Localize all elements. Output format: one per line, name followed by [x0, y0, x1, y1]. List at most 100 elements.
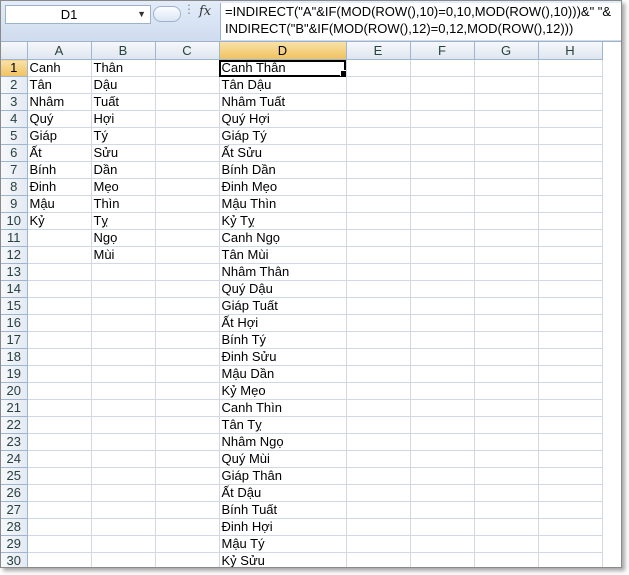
cell-a21[interactable] [27, 399, 92, 417]
cell-e28[interactable] [346, 518, 411, 536]
cell-b2[interactable]: Dậu [91, 76, 156, 94]
cell-d6[interactable]: Ất Sửu [219, 144, 347, 162]
cell-e20[interactable] [346, 382, 411, 400]
cell-e27[interactable] [346, 501, 411, 519]
cell-d2[interactable]: Tân Dậu [219, 76, 347, 94]
cell-h4[interactable] [538, 110, 603, 128]
row-header[interactable]: 7 [1, 161, 28, 179]
cell-e18[interactable] [346, 348, 411, 366]
cell-a1[interactable]: Canh [27, 59, 92, 77]
cell-c13[interactable] [155, 263, 220, 281]
row-header[interactable]: 20 [1, 382, 28, 400]
cell-e22[interactable] [346, 416, 411, 434]
cell-b12[interactable]: Mùi [91, 246, 156, 264]
cell-c7[interactable] [155, 161, 220, 179]
cell-f11[interactable] [410, 229, 475, 247]
cell-d26[interactable]: Ất Dậu [219, 484, 347, 502]
cell-d1[interactable]: Canh Thân [219, 59, 347, 77]
cell-f15[interactable] [410, 297, 475, 315]
cell-a6[interactable]: Ất [27, 144, 92, 162]
cell-h18[interactable] [538, 348, 603, 366]
cell-d11[interactable]: Canh Ngọ [219, 229, 347, 247]
cell-g30[interactable] [474, 552, 539, 567]
cell-g3[interactable] [474, 93, 539, 111]
cell-c9[interactable] [155, 195, 220, 213]
cell-f14[interactable] [410, 280, 475, 298]
cell-h25[interactable] [538, 467, 603, 485]
cell-c4[interactable] [155, 110, 220, 128]
cell-g2[interactable] [474, 76, 539, 94]
cell-d28[interactable]: Đinh Hợi [219, 518, 347, 536]
cell-h11[interactable] [538, 229, 603, 247]
cell-h22[interactable] [538, 416, 603, 434]
cell-a24[interactable] [27, 450, 92, 468]
cell-g17[interactable] [474, 331, 539, 349]
cell-a8[interactable]: Đinh [27, 178, 92, 196]
cell-g15[interactable] [474, 297, 539, 315]
cell-g29[interactable] [474, 535, 539, 553]
cell-h13[interactable] [538, 263, 603, 281]
cell-f25[interactable] [410, 467, 475, 485]
cell-d10[interactable]: Kỷ Tỵ [219, 212, 347, 230]
cell-e5[interactable] [346, 127, 411, 145]
column-header-d[interactable]: D [219, 42, 347, 60]
cell-a27[interactable] [27, 501, 92, 519]
cell-a25[interactable] [27, 467, 92, 485]
cell-f10[interactable] [410, 212, 475, 230]
row-header[interactable]: 24 [1, 450, 28, 468]
cell-e16[interactable] [346, 314, 411, 332]
cell-d21[interactable]: Canh Thìn [219, 399, 347, 417]
cell-d17[interactable]: Bính Tý [219, 331, 347, 349]
cell-b24[interactable] [91, 450, 156, 468]
cell-h21[interactable] [538, 399, 603, 417]
cell-d15[interactable]: Giáp Tuất [219, 297, 347, 315]
cell-f29[interactable] [410, 535, 475, 553]
cell-d18[interactable]: Đinh Sửu [219, 348, 347, 366]
cell-h15[interactable] [538, 297, 603, 315]
cell-e1[interactable] [346, 59, 411, 77]
cell-b23[interactable] [91, 433, 156, 451]
cell-b27[interactable] [91, 501, 156, 519]
cell-d25[interactable]: Giáp Thân [219, 467, 347, 485]
row-header[interactable]: 3 [1, 93, 28, 111]
cell-b9[interactable]: Thìn [91, 195, 156, 213]
chevron-down-icon[interactable]: ▼ [137, 6, 146, 23]
cell-e17[interactable] [346, 331, 411, 349]
cell-e7[interactable] [346, 161, 411, 179]
cell-g18[interactable] [474, 348, 539, 366]
column-header-h[interactable]: H [538, 42, 603, 60]
cell-g25[interactable] [474, 467, 539, 485]
cell-a12[interactable] [27, 246, 92, 264]
cell-f19[interactable] [410, 365, 475, 383]
cell-f24[interactable] [410, 450, 475, 468]
cell-g10[interactable] [474, 212, 539, 230]
cell-e25[interactable] [346, 467, 411, 485]
cell-d27[interactable]: Bính Tuất [219, 501, 347, 519]
cell-b4[interactable]: Hợi [91, 110, 156, 128]
cell-g22[interactable] [474, 416, 539, 434]
cell-h6[interactable] [538, 144, 603, 162]
cell-g1[interactable] [474, 59, 539, 77]
cell-a4[interactable]: Quý [27, 110, 92, 128]
row-header[interactable]: 28 [1, 518, 28, 536]
cell-h29[interactable] [538, 535, 603, 553]
cell-a30[interactable] [27, 552, 92, 567]
cell-b3[interactable]: Tuất [91, 93, 156, 111]
cell-h17[interactable] [538, 331, 603, 349]
cell-d4[interactable]: Quý Hợi [219, 110, 347, 128]
cell-f6[interactable] [410, 144, 475, 162]
cell-g7[interactable] [474, 161, 539, 179]
cell-f18[interactable] [410, 348, 475, 366]
cell-f13[interactable] [410, 263, 475, 281]
cell-c14[interactable] [155, 280, 220, 298]
cell-a29[interactable] [27, 535, 92, 553]
row-header[interactable]: 8 [1, 178, 28, 196]
cell-b21[interactable] [91, 399, 156, 417]
cell-a9[interactable]: Mậu [27, 195, 92, 213]
cell-c10[interactable] [155, 212, 220, 230]
cell-h19[interactable] [538, 365, 603, 383]
cell-g19[interactable] [474, 365, 539, 383]
cell-b15[interactable] [91, 297, 156, 315]
cell-h10[interactable] [538, 212, 603, 230]
cell-g20[interactable] [474, 382, 539, 400]
